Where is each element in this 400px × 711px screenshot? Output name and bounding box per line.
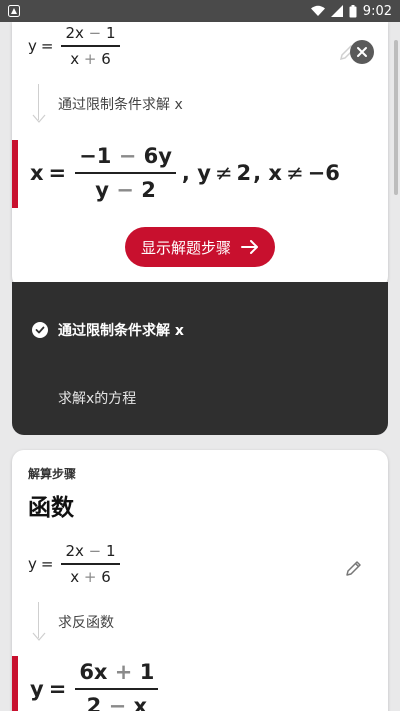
eq-den-a: x <box>70 49 80 68</box>
original-equation: y = 2x − 1 x + 6 <box>28 24 124 68</box>
result-num-b: 6y <box>143 144 172 168</box>
inv-equals: = <box>48 677 67 701</box>
inv-den-a: 2 <box>86 694 102 711</box>
section-label: 解算步骤 <box>28 467 77 481</box>
step-description-2: 求反函数 <box>58 615 114 631</box>
result-cond1-var: , y <box>181 161 211 185</box>
app-notification-icon <box>8 5 20 17</box>
inv-num-a: 6x <box>79 660 108 684</box>
highlight-marker <box>12 140 18 208</box>
eq-num-a: 2x <box>65 24 84 42</box>
show-steps-label: 显示解题步骤 <box>140 238 231 257</box>
step-title-row[interactable]: 通过限制条件求解 x <box>32 320 184 340</box>
result-num-op: − <box>118 144 137 168</box>
fn-den-op: + <box>83 567 97 586</box>
result-equals: = <box>48 161 67 185</box>
check-circle-icon <box>32 322 48 338</box>
inverse-equation: y = 6x + 1 2 − x <box>30 660 162 711</box>
result-cond2-val: −6 <box>307 161 340 185</box>
solution-steps-card: 解算步骤 函数 y = 2x − 1 x + 6 求反函数 y = 6x + 1… <box>12 450 388 711</box>
fn-num-b: 1 <box>106 542 116 560</box>
step-title: 通过限制条件求解 x <box>58 323 184 339</box>
fn-num-op: − <box>88 542 102 560</box>
inv-lhs: y <box>30 677 44 701</box>
status-bar: 9:02 <box>0 0 400 22</box>
fn-den-a: x <box>70 567 80 586</box>
result-cond1-val: 2 <box>236 161 252 185</box>
solution-card: y = 2x − 1 x + 6 通过限制条件求解 x x = −1 − 6y … <box>12 22 388 288</box>
eq-den-op: + <box>83 49 97 68</box>
result-fraction: −1 − 6y y − 2 <box>75 144 176 202</box>
eq-num-b: 1 <box>106 24 116 42</box>
eq-num-op: − <box>88 24 102 42</box>
result-cond2-op: ≠ <box>285 161 304 185</box>
result-den-a: y <box>95 178 109 202</box>
fn-equals: = <box>40 554 54 573</box>
sub-step[interactable]: 求解x的方程 <box>58 388 136 408</box>
function-equation: y = 2x − 1 x + 6 <box>28 542 124 586</box>
close-icon <box>357 47 367 57</box>
eq-den-b: 6 <box>101 49 111 68</box>
signal-icon <box>330 5 343 17</box>
inv-den-op: − <box>108 694 127 711</box>
step-arrow <box>32 84 46 126</box>
result-cond1-op: ≠ <box>214 161 233 185</box>
inv-num-op: + <box>114 660 133 684</box>
highlight-marker-2 <box>12 656 18 711</box>
result-cond2-var: , x <box>253 161 282 185</box>
wifi-icon <box>310 5 325 16</box>
status-time: 9:02 <box>362 3 392 19</box>
result-num-a: −1 <box>79 144 112 168</box>
steps-panel: 通过限制条件求解 x 求解x的方程 <box>12 282 388 435</box>
fn-den-b: 6 <box>101 567 111 586</box>
result-den-b: 2 <box>141 178 156 202</box>
show-steps-button[interactable]: 显示解题步骤 <box>125 227 275 267</box>
result-equation: x = −1 − 6y y − 2 , y ≠ 2 , x ≠ −6 <box>30 144 340 202</box>
fn-fraction: 2x − 1 x + 6 <box>61 542 120 586</box>
step-description: 通过限制条件求解 x <box>58 97 183 113</box>
fn-lhs: y <box>28 554 37 573</box>
fn-num-a: 2x <box>65 542 84 560</box>
result-lhs: x <box>30 161 44 185</box>
inv-num-b: 1 <box>139 660 155 684</box>
section-title: 函数 <box>28 495 74 521</box>
eq-lhs: y <box>28 36 37 55</box>
battery-icon <box>349 4 357 17</box>
arrow-right-icon <box>241 240 258 254</box>
step-arrow-2 <box>32 602 46 644</box>
inv-fraction: 6x + 1 2 − x <box>75 660 159 711</box>
eq-fraction: 2x − 1 x + 6 <box>61 24 120 68</box>
result-den-op: − <box>116 178 134 202</box>
scrollbar[interactable] <box>394 40 398 195</box>
inv-den-b: x <box>133 694 148 711</box>
close-button[interactable] <box>350 40 374 64</box>
eq-equals: = <box>40 36 54 55</box>
edit-icon[interactable] <box>344 558 364 578</box>
